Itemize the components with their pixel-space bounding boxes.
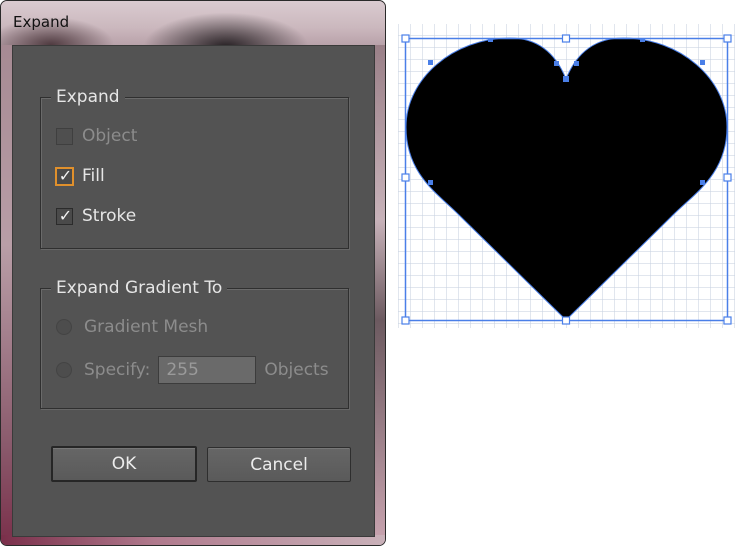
dialog-titlebar[interactable]: Expand bbox=[1, 1, 385, 45]
stroke-label[interactable]: Stroke bbox=[82, 206, 136, 226]
window-frame-right bbox=[375, 45, 385, 545]
dialog-body: Expand Object ✓ Fill ✓ Stroke Expand Gra… bbox=[12, 45, 375, 537]
gradient-mesh-option: Gradient Mesh bbox=[56, 317, 208, 337]
checkmark-icon: ✓ bbox=[58, 165, 73, 185]
ok-button[interactable]: OK bbox=[51, 446, 197, 482]
fill-checkbox[interactable]: ✓ bbox=[56, 165, 73, 185]
artboard-canvas[interactable] bbox=[398, 24, 735, 328]
stroke-option: ✓ Stroke bbox=[56, 206, 136, 226]
fill-label[interactable]: Fill bbox=[82, 166, 105, 186]
cancel-button[interactable]: Cancel bbox=[207, 447, 351, 482]
gradient-mesh-label: Gradient Mesh bbox=[84, 317, 209, 337]
objects-label: Objects bbox=[264, 360, 329, 380]
expand-group-legend: Expand bbox=[51, 87, 125, 107]
specify-option: Specify: Objects bbox=[56, 356, 329, 384]
object-checkbox[interactable] bbox=[56, 127, 73, 145]
heart-artwork bbox=[401, 34, 732, 325]
window-frame-left bbox=[1, 45, 12, 545]
gradient-mesh-radio[interactable] bbox=[56, 319, 72, 335]
dialog-title: Expand bbox=[13, 13, 70, 31]
object-label: Object bbox=[82, 126, 138, 146]
expand-dialog: Expand Expand Object ✓ Fill ✓ Stroke Exp… bbox=[0, 0, 386, 546]
expand-gradient-legend: Expand Gradient To bbox=[51, 278, 228, 298]
object-option: Object bbox=[56, 126, 137, 146]
checkmark-icon: ✓ bbox=[58, 205, 73, 225]
expand-gradient-group: Expand Gradient To Gradient Mesh Specify… bbox=[40, 278, 349, 409]
specify-label: Specify: bbox=[84, 360, 151, 380]
specify-radio[interactable] bbox=[56, 362, 72, 378]
stroke-checkbox[interactable]: ✓ bbox=[56, 205, 73, 225]
expand-group: Expand Object ✓ Fill ✓ Stroke bbox=[40, 87, 349, 249]
specify-objects-input[interactable] bbox=[158, 356, 257, 384]
fill-option: ✓ Fill bbox=[56, 166, 105, 186]
